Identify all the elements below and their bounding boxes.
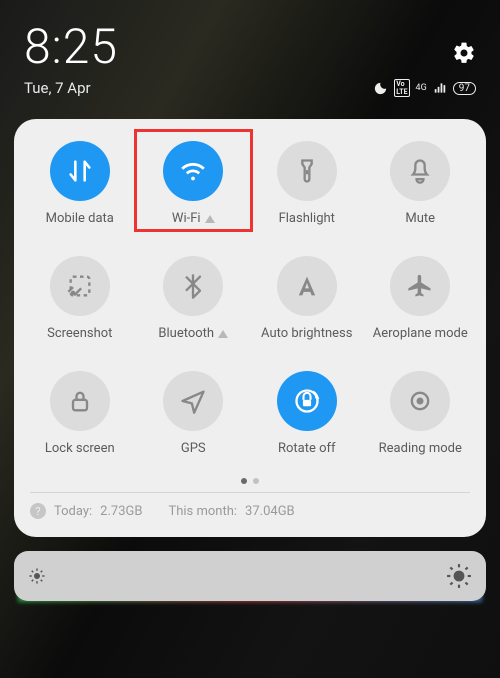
aeroplane-mode-icon (390, 256, 450, 316)
tile-label: Flashlight (279, 211, 335, 226)
tile-label: Mute (405, 211, 435, 226)
divider (30, 492, 470, 493)
page-indicator (26, 478, 474, 484)
usage-today-label: Today: (54, 504, 92, 519)
tile-flashlight[interactable]: Flashlight (253, 141, 361, 226)
tiles-grid: Mobile data Wi-Fi Flashlight Mute Screenshot… (26, 141, 474, 456)
signal-icon (433, 81, 447, 95)
tile-label: Bluetooth (158, 326, 228, 341)
battery-badge: 97 (453, 82, 476, 95)
brightness-high-icon (446, 563, 472, 589)
page-dot (241, 478, 247, 484)
screenshot-icon (50, 256, 110, 316)
dnd-moon-icon (373, 81, 388, 96)
date: Tue, 7 Apr (24, 79, 91, 97)
gps-icon (163, 371, 223, 431)
flashlight-icon (277, 141, 337, 201)
tile-lock-screen[interactable]: Lock screen (26, 371, 134, 456)
tile-rotate-off[interactable]: Rotate off (253, 371, 361, 456)
tile-label: Mobile data (46, 211, 114, 226)
tile-label: Lock screen (45, 441, 115, 456)
usage-month-label: This month: (168, 504, 237, 519)
status-header: 8:25 Tue, 7 Apr VoLTE 4G 97 (0, 0, 500, 105)
expand-indicator-icon (218, 330, 228, 338)
page-dot (253, 478, 259, 484)
expand-indicator-icon (205, 215, 215, 223)
tile-label: Reading mode (379, 441, 462, 456)
wifi-icon (163, 141, 223, 201)
reading-mode-icon (390, 371, 450, 431)
tile-mute[interactable]: Mute (367, 141, 475, 226)
tile-label: Wi-Fi (172, 211, 215, 226)
bluetooth-icon (163, 256, 223, 316)
network-4g-label: 4G (416, 83, 427, 93)
tile-auto-brightness[interactable]: Auto brightness (253, 256, 361, 341)
brightness-low-icon (28, 567, 46, 585)
clock: 8:25 (24, 18, 118, 75)
tile-label: Screenshot (47, 326, 112, 341)
status-icons: VoLTE 4G 97 (373, 79, 476, 97)
tile-screenshot[interactable]: Screenshot (26, 256, 134, 341)
tile-wifi[interactable]: Wi-Fi (140, 141, 248, 226)
help-icon: ? (30, 503, 46, 519)
brightness-slider[interactable] (14, 551, 486, 601)
gear-icon[interactable] (452, 41, 476, 65)
tile-bluetooth[interactable]: Bluetooth (140, 256, 248, 341)
tile-gps[interactable]: GPS (140, 371, 248, 456)
auto-brightness-icon (277, 256, 337, 316)
tile-aeroplane-mode[interactable]: Aeroplane mode (367, 256, 475, 341)
data-usage-row[interactable]: ? Today: 2.73GB This month: 37.04GB (26, 503, 474, 523)
volte-badge: VoLTE (394, 79, 409, 97)
usage-month-value: 37.04GB (245, 504, 295, 519)
usage-today-value: 2.73GB (100, 504, 142, 519)
quick-settings-panel: Mobile data Wi-Fi Flashlight Mute Screenshot… (14, 119, 486, 537)
tile-reading-mode[interactable]: Reading mode (367, 371, 475, 456)
rotate-off-icon (277, 371, 337, 431)
tile-label: Aeroplane mode (373, 326, 468, 341)
lock-screen-icon (50, 371, 110, 431)
tile-label: Rotate off (278, 441, 336, 456)
tile-mobile-data[interactable]: Mobile data (26, 141, 134, 226)
mobile-data-icon (50, 141, 110, 201)
mute-icon (390, 141, 450, 201)
tile-label: GPS (181, 441, 206, 456)
tile-label: Auto brightness (261, 326, 352, 341)
